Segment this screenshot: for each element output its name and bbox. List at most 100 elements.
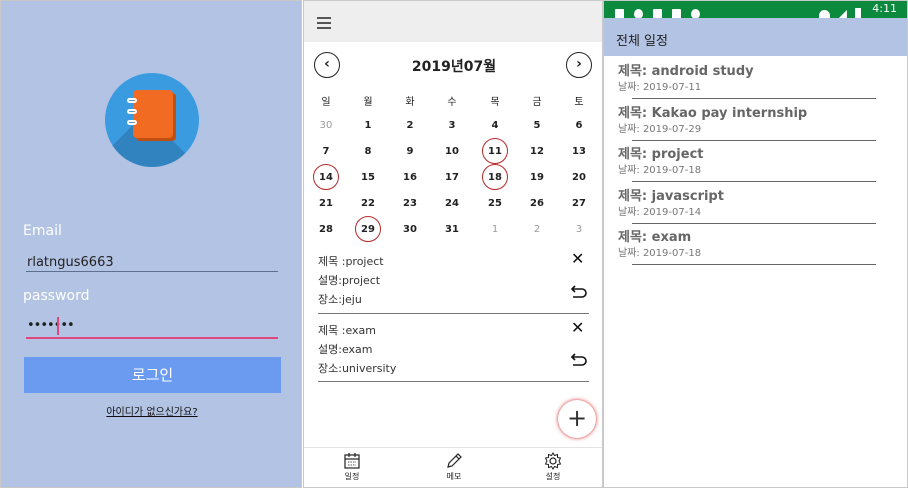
event-place: 장소:jeju — [318, 293, 362, 306]
email-field[interactable]: rlatngus6663 — [27, 255, 114, 270]
divider — [632, 181, 876, 182]
email-label: Email — [23, 223, 62, 239]
calendar-day[interactable]: 2 — [522, 224, 552, 235]
calendar-day[interactable]: 8 — [353, 146, 383, 157]
calendar-day[interactable]: 25 — [480, 198, 510, 209]
calendar-day[interactable]: 7 — [311, 146, 341, 157]
calendar-day[interactable]: 14 — [311, 172, 341, 183]
calendar-day[interactable]: 6 — [564, 120, 594, 131]
tab-schedule[interactable]: 일정 — [322, 452, 382, 482]
calendar-day[interactable]: 2 — [395, 120, 425, 131]
hamburger-menu-icon[interactable] — [317, 17, 331, 32]
app-bar: 전체 일정 — [604, 18, 907, 56]
weekday-label: 목 — [490, 97, 500, 108]
calendar-day[interactable]: 23 — [395, 198, 425, 209]
item-date: 날짜: 2019-07-14 — [618, 206, 702, 218]
weekday-label: 금 — [532, 97, 542, 108]
calendar-day[interactable]: 12 — [522, 146, 552, 157]
close-icon[interactable]: ✕ — [571, 249, 584, 268]
calendar-icon — [344, 453, 360, 469]
calendar-day[interactable]: 27 — [564, 198, 594, 209]
text-cursor — [57, 317, 59, 335]
weekday-label: 토 — [574, 97, 584, 108]
gear-icon — [544, 452, 562, 470]
undo-icon[interactable] — [570, 284, 588, 298]
calendar-day[interactable]: 17 — [437, 172, 467, 183]
divider — [318, 313, 589, 314]
calendar-day[interactable]: 30 — [311, 120, 341, 131]
tab-memo[interactable]: 메모 — [424, 452, 484, 482]
month-title: 2019년07월 — [411, 59, 497, 75]
calendar-day[interactable]: 4 — [480, 120, 510, 131]
password-field[interactable]: ••••••• — [27, 318, 75, 333]
tab-settings[interactable]: 설정 — [523, 452, 583, 482]
page-title: 전체 일정 — [616, 34, 668, 49]
login-screen: Email rlatngus6663 password ••••••• 로그인 … — [0, 0, 302, 488]
item-date: 날짜: 2019-07-18 — [618, 165, 702, 176]
password-label: password — [23, 288, 90, 304]
calendar-day[interactable]: 31 — [437, 224, 467, 235]
plus-icon[interactable]: + — [558, 400, 596, 438]
notebook-logo-icon — [105, 73, 199, 167]
calendar-screen: ‹ 2019년07월 › 일 월 화 수 목 금 토 30 1 2 3 4 5 6 7 8 9 10 11 12 13 1… — [303, 0, 603, 488]
item-title: 제목: android study — [618, 64, 754, 79]
calendar-day[interactable]: 9 — [395, 146, 425, 157]
undo-icon[interactable] — [570, 352, 588, 366]
calendar-day[interactable]: 1 — [353, 120, 383, 131]
calendar-day[interactable]: 5 — [522, 120, 552, 131]
calendar-day[interactable]: 22 — [353, 198, 383, 209]
schedule-list-screen: 4:11 전체 일정 제목: android study 날짜: 2019-07-… — [603, 0, 908, 488]
login-button[interactable]: 로그인 — [24, 357, 281, 393]
calendar-day[interactable]: 30 — [395, 224, 425, 235]
weekday-label: 월 — [363, 97, 373, 108]
chevron-right-circle-icon[interactable]: › — [566, 52, 592, 78]
calendar-day[interactable]: 19 — [522, 172, 552, 183]
calendar-day[interactable]: 20 — [564, 172, 594, 183]
bottom-navigation: 일정 메모 설정 — [304, 447, 602, 487]
calendar-day[interactable]: 3 — [437, 120, 467, 131]
calendar-day[interactable]: 21 — [311, 198, 341, 209]
divider — [632, 222, 876, 224]
divider — [318, 381, 589, 382]
item-date: 날짜: 2019-07-11 — [618, 82, 702, 93]
status-bar: 4:11 — [604, 1, 907, 19]
item-date: 날짜: 2019-07-29 — [618, 123, 702, 135]
calendar-day[interactable]: 26 — [522, 198, 552, 209]
close-icon[interactable]: ✕ — [571, 318, 584, 337]
calendar-day[interactable]: 24 — [437, 198, 467, 209]
event-title: 제목 :project — [318, 255, 384, 268]
calendar-day[interactable]: 16 — [395, 172, 425, 183]
tab-label: 설정 — [545, 472, 561, 481]
weekday-label: 화 — [405, 97, 415, 108]
calendar-day[interactable]: 18 — [480, 172, 510, 183]
tab-label: 일정 — [344, 472, 360, 481]
event-place: 장소:university — [318, 362, 397, 375]
weekday-label: 수 — [447, 97, 457, 108]
pencil-icon — [447, 453, 462, 468]
item-title: 제목: exam — [618, 230, 692, 245]
tab-label: 메모 — [446, 472, 462, 481]
weekday-label: 일 — [321, 97, 331, 108]
calendar-day[interactable]: 10 — [437, 146, 467, 157]
password-underline — [26, 337, 278, 339]
item-date: 날짜: 2019-07-18 — [618, 248, 702, 259]
calendar-day[interactable]: 29 — [353, 224, 383, 235]
email-underline — [26, 271, 278, 272]
calendar-day[interactable]: 13 — [564, 146, 594, 157]
item-title: 제목: project — [618, 147, 704, 162]
item-title: 제목: Kakao pay internship — [618, 105, 808, 121]
divider — [632, 264, 876, 265]
calendar-day[interactable]: 3 — [564, 224, 594, 235]
calendar-day[interactable]: 11 — [480, 146, 510, 157]
event-title: 제목 :exam — [318, 324, 376, 337]
divider — [632, 98, 876, 99]
calendar-day[interactable]: 28 — [311, 224, 341, 235]
calendar-day[interactable]: 1 — [480, 224, 510, 235]
item-title: 제목: javascript — [618, 188, 724, 204]
event-description: 설명:exam — [318, 343, 373, 356]
calendar-day[interactable]: 15 — [353, 172, 383, 183]
status-time: 4:11 — [872, 2, 897, 15]
signup-link[interactable]: 아이디가 없으신가요? — [1, 403, 301, 418]
event-description: 설명:project — [318, 274, 381, 287]
divider — [632, 139, 876, 141]
